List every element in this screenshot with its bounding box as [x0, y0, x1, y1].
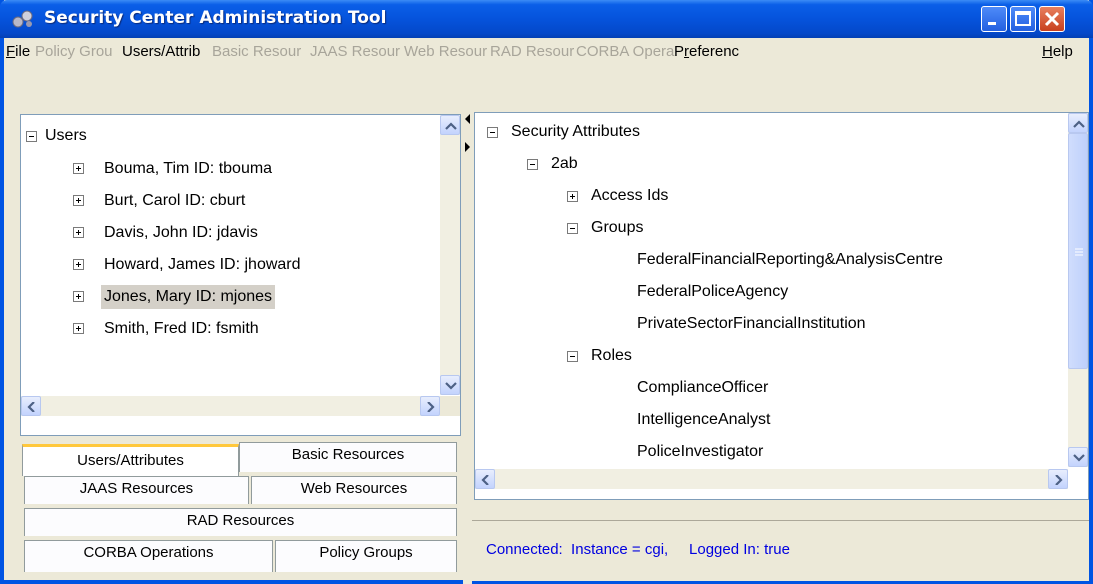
scroll-down-button[interactable]	[1068, 447, 1088, 467]
maximize-icon	[1015, 11, 1031, 26]
tab-basic-resources[interactable]: Basic Resources	[239, 442, 457, 472]
user-node[interactable]: Bouma, Tim ID: tbouma	[101, 159, 275, 179]
chevron-down-icon	[445, 382, 457, 390]
menu-file[interactable]: File	[6, 43, 30, 60]
application-window: Security Center Administration Tool File…	[0, 0, 1093, 584]
attribute-node-2ab[interactable]: 2ab	[551, 155, 578, 173]
role-item[interactable]: ComplianceOfficer	[637, 379, 768, 397]
user-expand-toggle[interactable]	[73, 163, 84, 174]
title-bar[interactable]: Security Center Administration Tool	[0, 0, 1093, 38]
menu-basic-resources[interactable]: Basic Resour	[212, 43, 301, 60]
tab-users-attributes[interactable]: Users/Attributes	[22, 444, 239, 476]
group-item[interactable]: FederalFinancialReporting&AnalysisCentre	[637, 251, 943, 269]
user-node-selected[interactable]: Jones, Mary ID: mjones	[101, 285, 276, 309]
scroll-left-button[interactable]	[475, 469, 495, 489]
scroll-left-button[interactable]	[21, 396, 41, 416]
menu-file-label: ile	[15, 43, 31, 60]
menu-preferences[interactable]: Preferenc	[674, 43, 739, 60]
group-item[interactable]: FederalPoliceAgency	[637, 283, 788, 301]
menu-web-resources[interactable]: Web Resour	[404, 43, 487, 60]
menu-help-label: elp	[1052, 43, 1073, 60]
close-button[interactable]	[1039, 6, 1065, 32]
chevron-up-icon	[1073, 120, 1085, 128]
app-icon	[12, 10, 33, 28]
grip-icon	[1075, 248, 1083, 256]
user-node[interactable]: Burt, Carol ID: cburt	[101, 191, 248, 211]
menu-help[interactable]: Help	[1042, 43, 1073, 60]
user-expand-toggle[interactable]	[73, 195, 84, 206]
attributes-tree[interactable]: Security Attributes 2ab Access Ids Group…	[474, 112, 1089, 500]
scroll-right-button[interactable]	[420, 396, 440, 416]
attributes-vertical-scrollbar[interactable]	[1068, 113, 1088, 467]
attributes-horizontal-scrollbar[interactable]	[475, 469, 1068, 489]
scroll-up-button[interactable]	[1068, 113, 1088, 133]
user-expand-toggle[interactable]	[73, 259, 84, 270]
minimize-button[interactable]	[981, 6, 1007, 32]
roles-node[interactable]: Roles	[591, 347, 632, 365]
tab-rad-resources[interactable]: RAD Resources	[24, 508, 457, 536]
status-bar: Connected: Instance = cgi, Logged In: tr…	[472, 520, 1089, 581]
menu-preferences-label: eferenc	[689, 43, 740, 60]
minimize-icon	[988, 22, 996, 25]
role-item[interactable]: IntelligenceAnalyst	[637, 411, 770, 429]
window-title: Security Center Administration Tool	[44, 8, 387, 28]
scroll-right-button[interactable]	[1048, 469, 1068, 489]
access-ids-expand-toggle[interactable]	[567, 191, 578, 202]
chevron-up-icon	[445, 122, 457, 130]
chevron-right-icon	[427, 402, 435, 412]
scroll-thumb[interactable]	[1068, 133, 1088, 369]
close-icon	[1044, 11, 1060, 27]
status-text: Connected: Instance = cgi, Logged In: tr…	[486, 541, 790, 558]
menu-bar: File Policy Grou Users/Attrib Basic Reso…	[4, 38, 1089, 66]
node-collapse-toggle[interactable]	[527, 159, 538, 170]
user-expand-toggle[interactable]	[73, 227, 84, 238]
chevron-left-icon	[27, 402, 35, 412]
tab-corba-operations[interactable]: CORBA Operations	[24, 540, 273, 572]
tab-jaas-resources[interactable]: JAAS Resources	[24, 476, 249, 504]
users-tree-root[interactable]: Users	[45, 127, 87, 145]
roles-collapse-toggle[interactable]	[567, 351, 578, 362]
menu-rad-resources[interactable]: RAD Resour	[490, 43, 574, 60]
user-node[interactable]: Davis, John ID: jdavis	[101, 223, 261, 243]
scroll-down-button[interactable]	[440, 375, 460, 395]
access-ids-node[interactable]: Access Ids	[591, 187, 668, 205]
scroll-up-button[interactable]	[440, 115, 460, 135]
user-expand-toggle[interactable]	[73, 323, 84, 334]
users-tree[interactable]: Users Bouma, Tim ID: tbouma Burt, Carol …	[20, 114, 461, 436]
menu-users-attributes[interactable]: Users/Attrib	[122, 43, 200, 60]
menu-preferences-prefix: P	[674, 43, 685, 60]
menu-jaas-resources[interactable]: JAAS Resour	[310, 43, 400, 60]
chevron-down-icon	[1073, 454, 1085, 462]
split-pane-divider[interactable]	[463, 106, 472, 584]
groups-collapse-toggle[interactable]	[567, 223, 578, 234]
users-collapse-toggle[interactable]	[26, 131, 37, 142]
scroll-corner	[440, 396, 460, 416]
tab-web-resources[interactable]: Web Resources	[251, 476, 457, 504]
users-vertical-scrollbar[interactable]	[440, 115, 460, 395]
groups-node[interactable]: Groups	[591, 219, 643, 237]
maximize-button[interactable]	[1010, 6, 1036, 32]
chevron-left-icon	[481, 475, 489, 485]
user-node[interactable]: Howard, James ID: jhoward	[101, 255, 304, 275]
chevron-right-icon	[1055, 475, 1063, 485]
attributes-tree-root[interactable]: Security Attributes	[511, 123, 640, 141]
splitter-arrows-icon	[465, 114, 470, 152]
menu-help-mnemonic: H	[1042, 43, 1053, 60]
menu-policy-groups[interactable]: Policy Grou	[35, 43, 113, 60]
tab-policy-groups[interactable]: Policy Groups	[275, 540, 457, 572]
menu-file-mnemonic: F	[6, 43, 16, 60]
user-node[interactable]: Smith, Fred ID: fsmith	[101, 319, 262, 339]
menu-corba-operations[interactable]: CORBA Opera	[576, 43, 674, 60]
role-item[interactable]: PoliceInvestigator	[637, 443, 763, 461]
attributes-collapse-toggle[interactable]	[487, 127, 498, 138]
group-item[interactable]: PrivateSectorFinancialInstitution	[637, 315, 866, 333]
users-horizontal-scrollbar[interactable]	[21, 396, 440, 416]
user-expand-toggle[interactable]	[73, 291, 84, 302]
tab-area: Users/Attributes Basic Resources JAAS Re…	[20, 438, 461, 580]
